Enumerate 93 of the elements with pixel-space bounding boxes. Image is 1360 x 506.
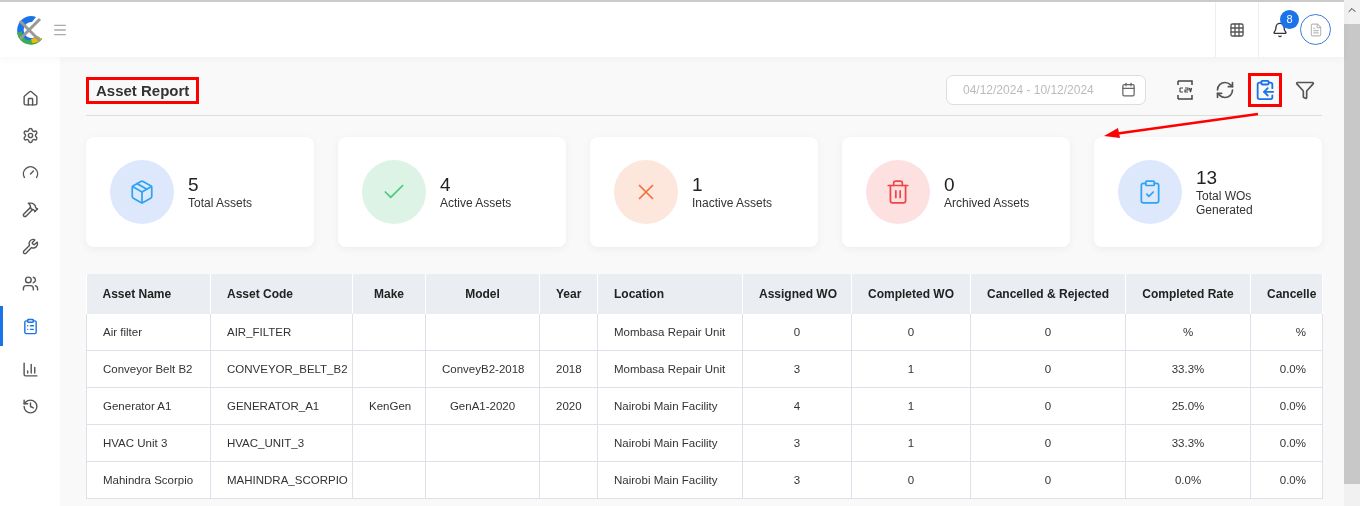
refresh-icon	[1215, 80, 1235, 100]
stat-label: Total WOs Generated	[1196, 189, 1254, 217]
stat-label: Archived Assets	[944, 196, 1030, 210]
column-header: Model	[425, 274, 540, 314]
table-cell: Mombasa Repair Unit	[597, 350, 743, 388]
table-cell: Mombasa Repair Unit	[597, 314, 743, 351]
table-cell: 0.0%	[1125, 461, 1251, 499]
table-cell	[539, 461, 598, 499]
stat-value: 5	[188, 174, 200, 196]
table-cell: GenA1-2020	[425, 387, 540, 425]
table-cell: 1	[851, 424, 971, 462]
table-cell	[539, 424, 598, 462]
table-cell: HVAC_UNIT_3	[210, 424, 353, 462]
table-cell: KenGen	[352, 387, 426, 425]
report-button[interactable]	[1248, 73, 1282, 107]
table-cell: Nairobi Main Facility	[597, 461, 743, 499]
table-cell: 33.3%	[1125, 350, 1251, 388]
bar-chart-icon	[21, 360, 39, 378]
stat-value: 0	[944, 174, 956, 196]
table-cell: 1	[851, 350, 971, 388]
table-cell: HVAC Unit 3	[86, 424, 211, 462]
table-cell: AIR_FILTER	[210, 314, 353, 351]
stat-label: Total Assets	[188, 196, 253, 210]
wrench-icon	[21, 237, 39, 255]
table-cell: 0	[970, 461, 1126, 499]
table-cell: 3	[742, 350, 852, 388]
table-cell: MAHINDRA_SCORPIO	[210, 461, 353, 499]
table-cell: 0	[970, 424, 1126, 462]
stat-label: Active Assets	[440, 196, 512, 210]
column-header: Location	[597, 274, 743, 314]
table-cell: Mahindra Scorpio	[86, 461, 211, 499]
gauge-icon	[21, 163, 39, 181]
table-cell: 33.3%	[1125, 424, 1251, 462]
column-header: Asset Name	[86, 274, 211, 314]
table-cell: 0	[742, 314, 852, 351]
table-cell: 1	[851, 387, 971, 425]
column-header: Cancelle	[1250, 274, 1323, 314]
table-cell: Generator A1	[86, 387, 211, 425]
table-cell: ConveyB2-2018	[425, 350, 540, 388]
trash-icon	[885, 179, 911, 205]
table-cell: 0	[851, 461, 971, 499]
scrollbar[interactable]	[1344, 0, 1360, 506]
team-icon	[21, 274, 39, 292]
table-cell: 2018	[539, 350, 598, 388]
table-cell: 0.0%	[1250, 424, 1323, 462]
table-cell: 0.0%	[1250, 387, 1323, 425]
table-cell: 0	[970, 350, 1126, 388]
table-cell: 0	[970, 387, 1126, 425]
stat-label: Inactive Assets	[692, 196, 773, 210]
column-header: Assigned WO	[742, 274, 852, 314]
column-header: Completed WO	[851, 274, 971, 314]
table-cell	[539, 314, 598, 351]
calendar-icon	[1121, 82, 1136, 97]
table-cell: 2020	[539, 387, 598, 425]
table-cell: Nairobi Main Facility	[597, 387, 743, 425]
table-cell: %	[1250, 314, 1323, 351]
table-cell: 0	[851, 314, 971, 351]
clipboard-check-icon	[1137, 179, 1163, 205]
filter-icon	[1295, 80, 1315, 100]
column-header: Completed Rate	[1125, 274, 1251, 314]
table-cell: GENERATOR_A1	[210, 387, 353, 425]
table-cell: %	[1125, 314, 1251, 351]
column-header: Year	[539, 274, 598, 314]
table-cell: 3	[742, 461, 852, 499]
table-cell: 0.0%	[1250, 350, 1323, 388]
csv-icon	[1176, 80, 1194, 100]
column-header: Make	[352, 274, 426, 314]
table-cell: Nairobi Main Facility	[597, 424, 743, 462]
clipboard-icon	[1254, 79, 1276, 101]
bell-icon[interactable]	[1272, 21, 1288, 38]
home-icon	[21, 89, 39, 107]
table-cell: CONVEYOR_BELT_B2	[210, 350, 353, 388]
apps-grid-icon[interactable]	[1229, 21, 1245, 38]
date-range-field[interactable]: 04/12/2024 - 10/12/2024	[946, 75, 1146, 105]
box-icon	[129, 179, 155, 205]
stat-value: 13	[1196, 167, 1219, 189]
table-cell: Conveyor Belt B2	[86, 350, 211, 388]
notification-badge: 8	[1280, 9, 1299, 29]
table-cell: 0.0%	[1250, 461, 1323, 499]
settings-icon	[21, 126, 39, 144]
column-header: Asset Code	[210, 274, 353, 314]
table-cell: 0	[970, 314, 1126, 351]
clipboard-icon	[21, 317, 39, 335]
hammer-icon	[21, 200, 39, 218]
column-header: Cancelled & Rejected	[970, 274, 1126, 314]
table-cell: 4	[742, 387, 852, 425]
table-cell: 25.0%	[1125, 387, 1251, 425]
stat-value: 4	[440, 174, 452, 196]
table-cell: Air filter	[86, 314, 211, 351]
table-cell: 3	[742, 424, 852, 462]
stat-value: 1	[692, 174, 704, 196]
history-icon	[21, 397, 39, 415]
page-title: Asset Report	[86, 76, 200, 104]
